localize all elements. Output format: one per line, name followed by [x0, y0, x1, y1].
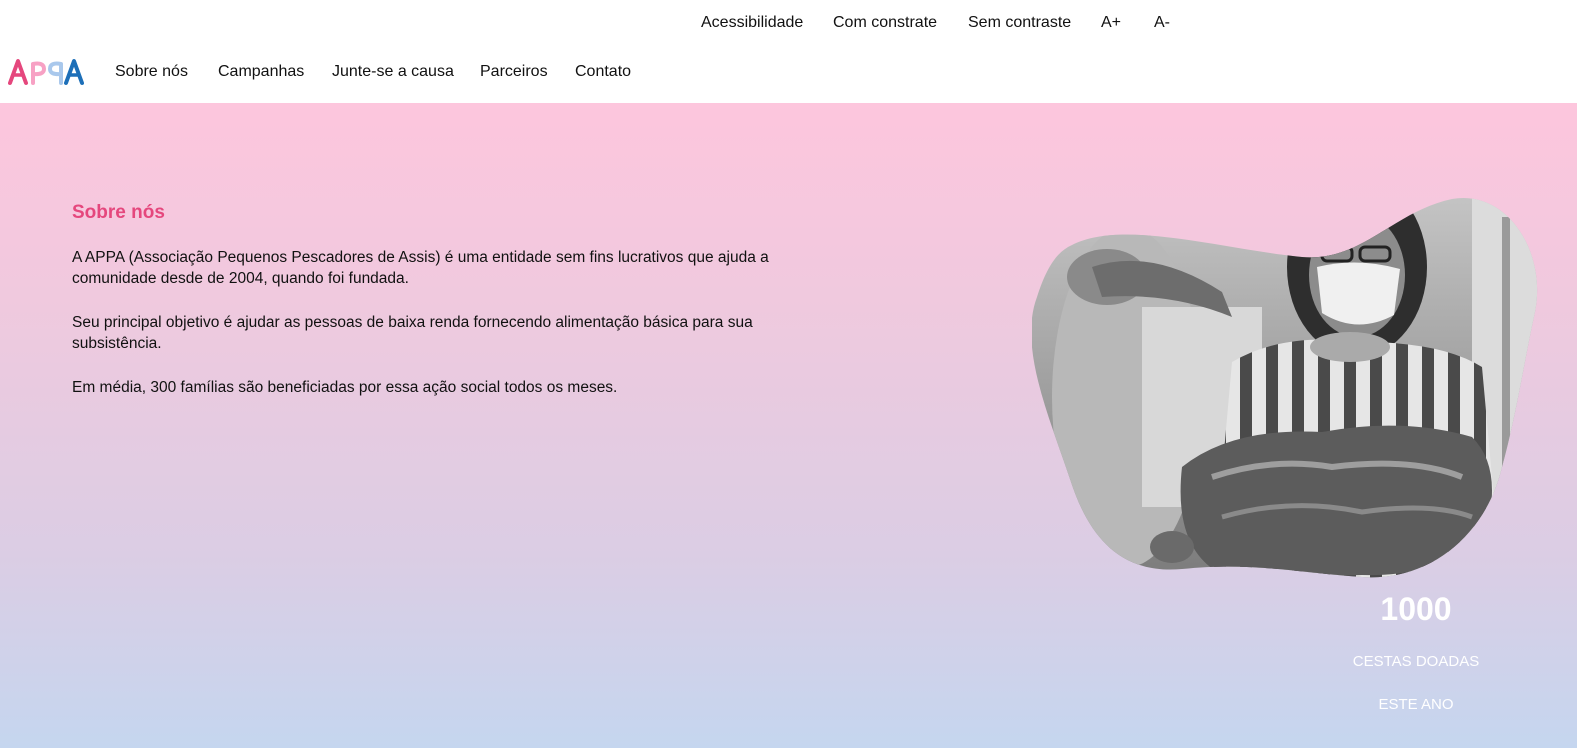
volunteer-photo — [1032, 197, 1538, 578]
stat-period: ESTE ANO — [1378, 696, 1454, 713]
nav-link-contact[interactable]: Contato — [575, 62, 631, 82]
nav-link-join-cause[interactable]: Junte-se a causa — [332, 62, 454, 82]
high-contrast-link[interactable]: Com constrate — [833, 13, 937, 33]
about-section: Sobre nós A APPA (Associação Pequenos Pe… — [0, 103, 1577, 748]
font-increase-link[interactable]: A+ — [1101, 13, 1121, 33]
appa-logo-graphic — [8, 59, 84, 85]
no-contrast-link[interactable]: Sem contraste — [968, 13, 1071, 33]
about-paragraph-1: A APPA (Associação Pequenos Pescadores d… — [72, 249, 769, 287]
stat-label: CESTAS DOADAS — [1352, 653, 1480, 670]
nav-link-about[interactable]: Sobre nós — [115, 62, 188, 82]
nav-link-campaigns[interactable]: Campanhas — [218, 62, 304, 82]
main-navigation: Sobre nós Campanhas Junte-se a causa Par… — [0, 46, 1577, 103]
stats-block: 1000 CESTAS DOADAS ESTE ANO — [1316, 587, 1516, 715]
about-paragraph-2: Seu principal objetivo é ajudar as pesso… — [72, 314, 753, 352]
appa-logo[interactable] — [8, 56, 84, 86]
nav-link-partners[interactable]: Parceiros — [480, 62, 548, 82]
accessibility-link[interactable]: Acessibilidade — [701, 13, 803, 33]
about-text-block: Sobre nós A APPA (Associação Pequenos Pe… — [72, 201, 792, 421]
about-title: Sobre nós — [72, 202, 165, 223]
accessibility-bar: Acessibilidade Com constrate Sem contras… — [0, 0, 1577, 46]
stat-number: 1000 — [1380, 591, 1452, 627]
font-decrease-link[interactable]: A- — [1154, 13, 1170, 33]
about-paragraph-3: Em média, 300 famílias são beneficiadas … — [72, 379, 618, 396]
